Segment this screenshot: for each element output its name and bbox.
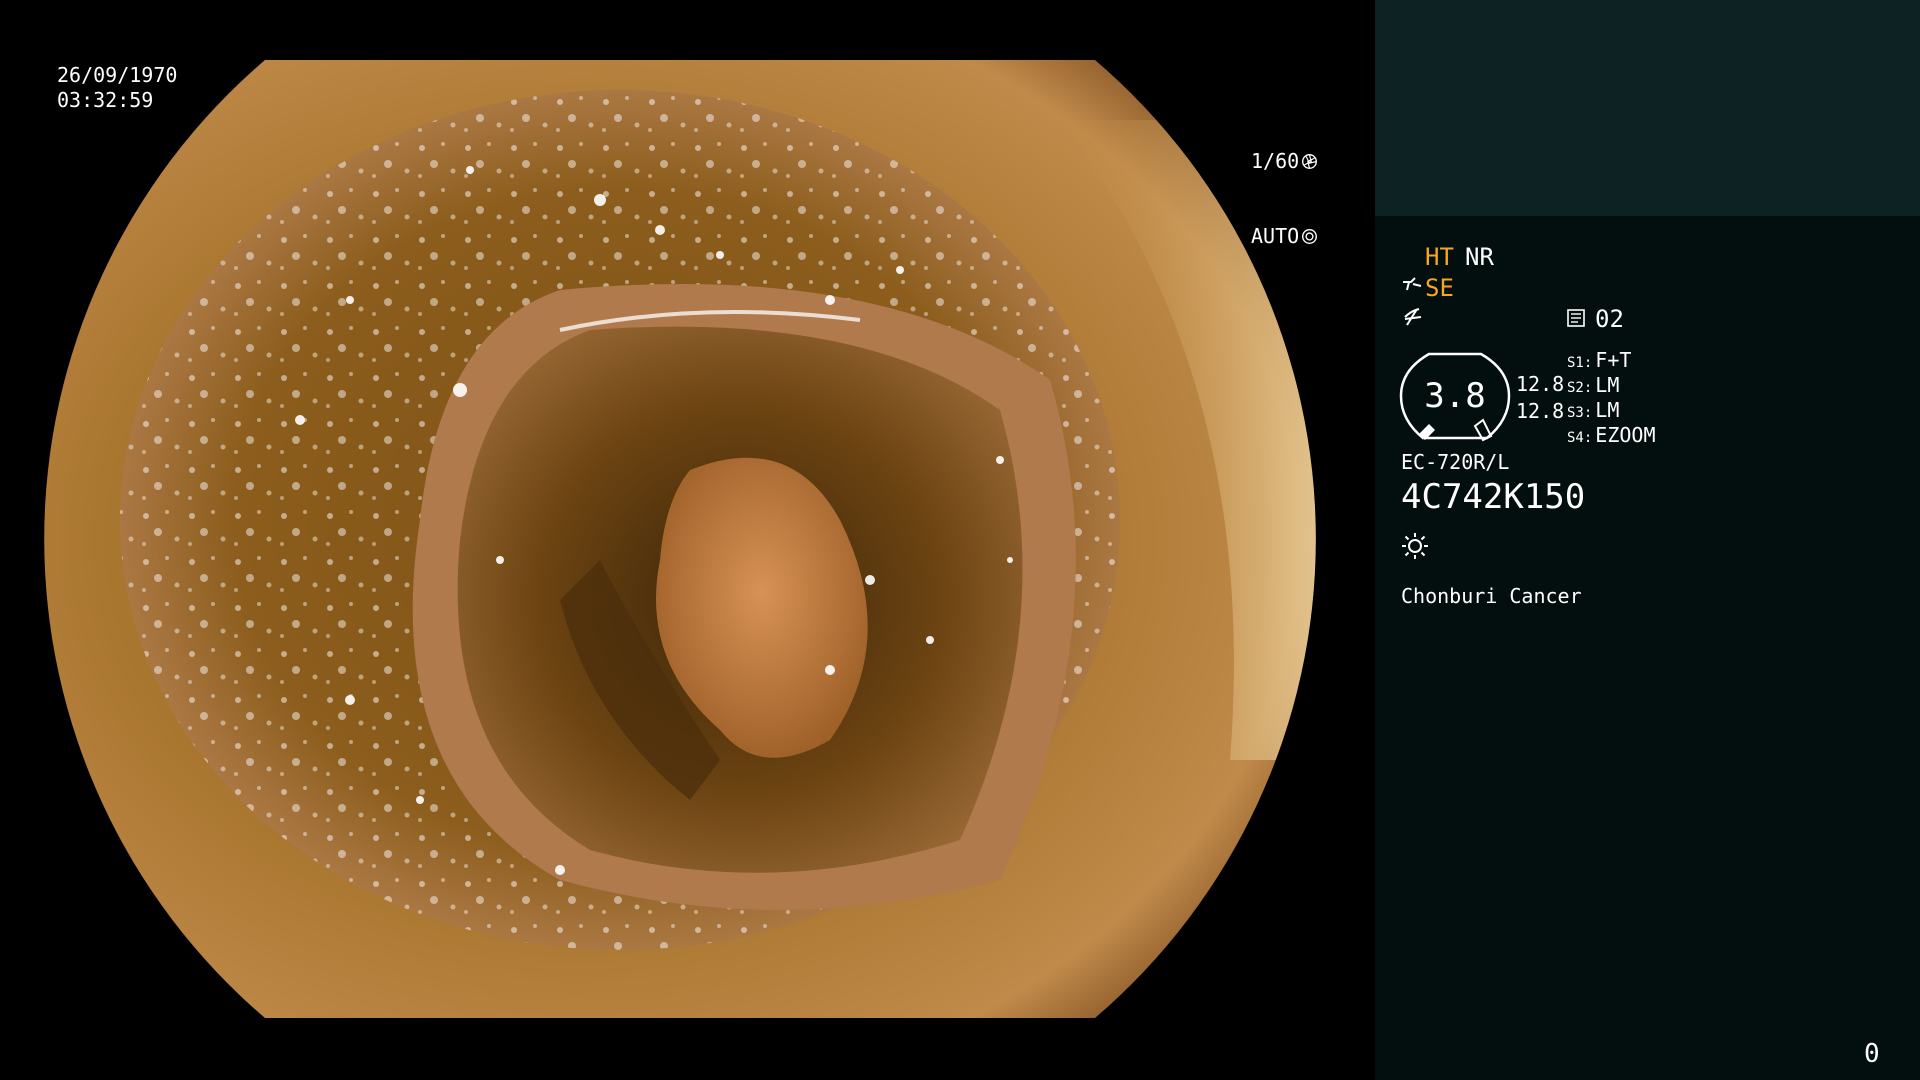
endoscopic-image [44,60,1316,1018]
switch-row-1: S1: F+T [1567,348,1631,375]
switch-3-label: S3: [1567,405,1593,421]
zoom-value: 3.8 [1424,376,1486,416]
exposure-mode-text: AUTO [1251,224,1300,248]
noise-reduction-label: NR [1465,243,1494,271]
time-text: 03:32:59 [57,88,154,112]
image-counter: 0 [1864,1039,1880,1069]
structure-enhance-label: SE [1425,274,1454,302]
aperture-icon [1302,154,1318,169]
color-enhance-icon [1404,308,1422,326]
panel-header-area [1375,0,1920,216]
switch-row-4: S4: EZOOM [1567,423,1656,450]
switch-1-value: F+T [1595,348,1632,372]
readout-value-b: 12.8 [1516,399,1565,423]
date-time-readout: 26/09/1970 03:32:59 [57,63,177,113]
shutter-speed-text: 1/60 [1251,149,1300,173]
exposure-readout: 1/60 AUTO [1251,99,1318,274]
structure-enhance-icon [1403,277,1422,291]
switch-3-value: LM [1595,398,1620,422]
scope-serial: 4C742K150 [1401,477,1586,517]
sun-icon [1402,533,1428,559]
date-text: 26/09/1970 [57,63,178,87]
info-panel: HT NR SE 02 3.8 12.8 12.8 S1: F+T S2: LM S… [1375,0,1920,1080]
endoscopic-image-view [0,0,1375,1080]
switch-row-2: S2: LM [1567,373,1619,400]
enhance-mode-label: HT [1425,243,1454,271]
shutter-row: 1/60 [1251,149,1318,174]
exposure-row: AUTO [1251,224,1318,249]
record-number: 02 [1595,305,1624,333]
switch-2-label: S2: [1567,380,1593,396]
switch-4-value: EZOOM [1595,423,1656,447]
switch-1-label: S1: [1567,355,1593,371]
hospital-name: Chonburi Cancer [1401,584,1582,608]
switch-4-label: S4: [1567,430,1593,446]
iris-icon [1302,229,1318,244]
record-card-icon [1567,309,1585,327]
scope-model: EC-720R/L [1401,450,1510,474]
switch-row-3: S3: LM [1567,398,1619,425]
readout-value-a: 12.8 [1516,372,1565,396]
switch-2-value: LM [1595,373,1620,397]
